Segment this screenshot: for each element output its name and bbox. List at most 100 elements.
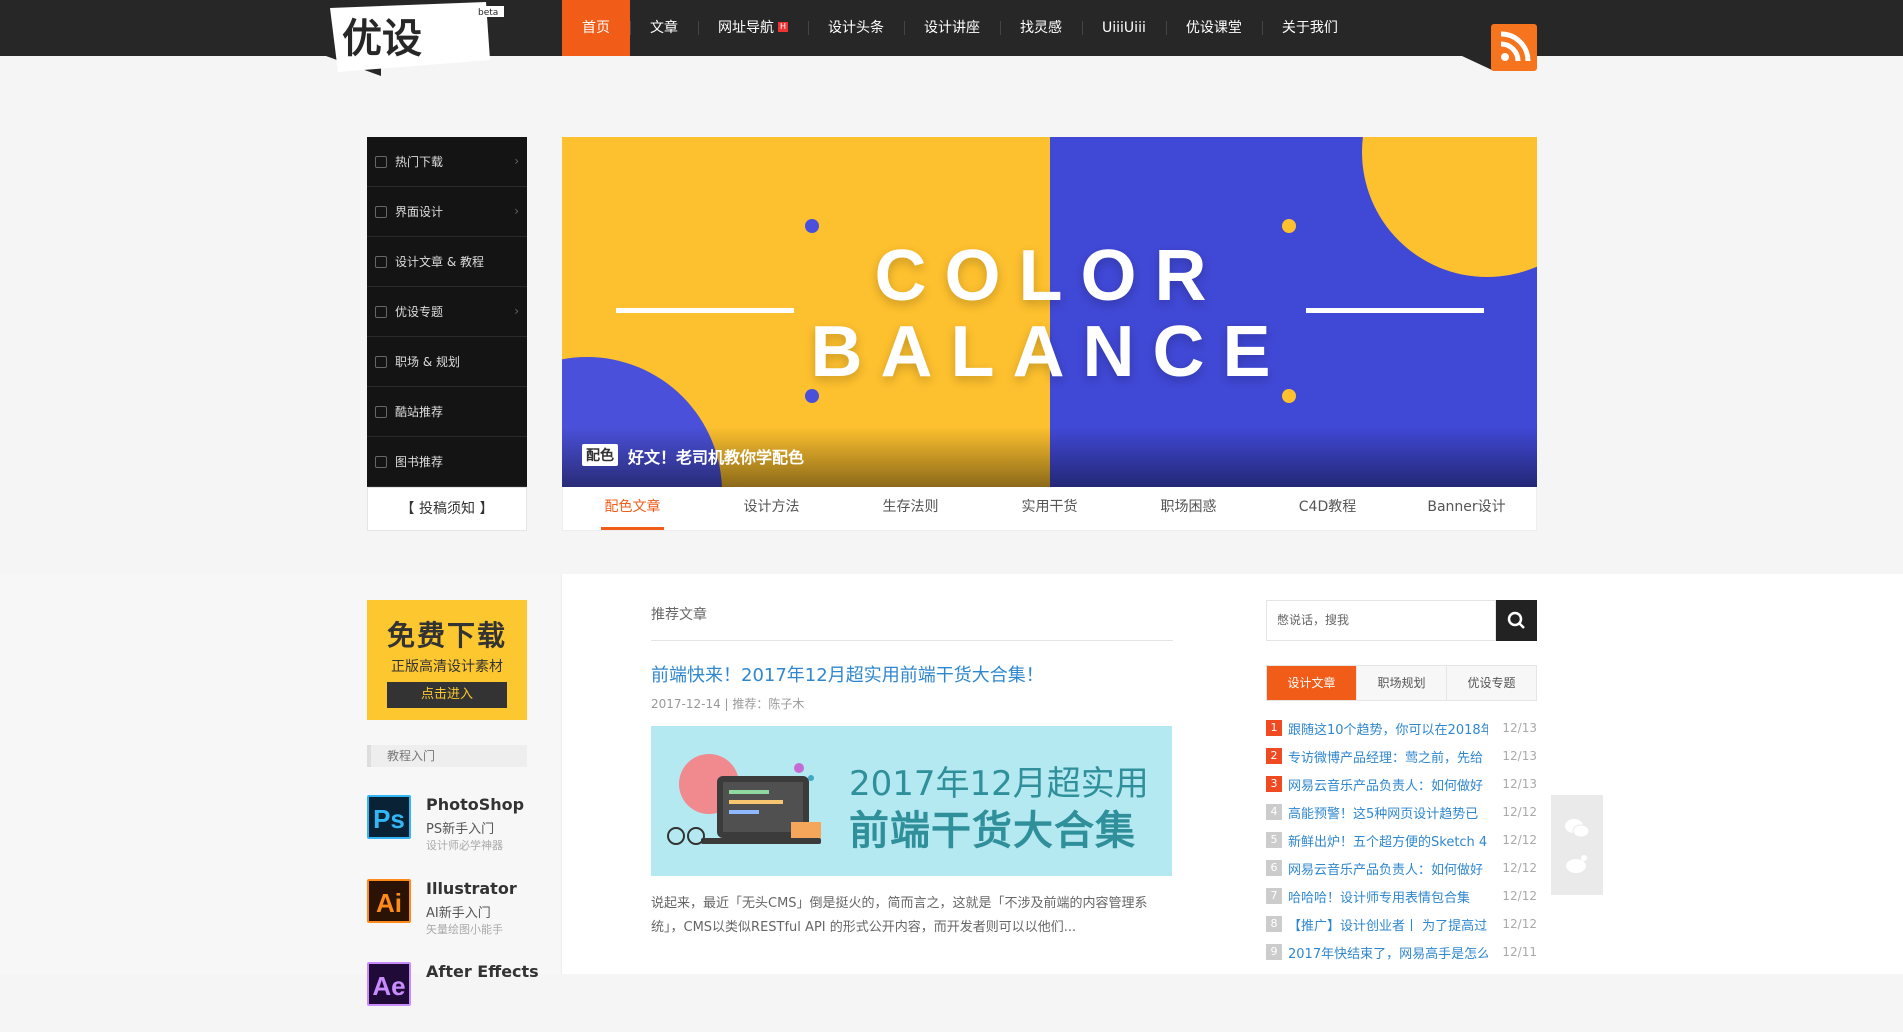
article-title-link[interactable]: 前端快来！2017年12月超实用前端干货大合集！ bbox=[651, 661, 1173, 687]
hot-list-item[interactable]: 3 网易云音乐产品负责人：如何做好 12/13 bbox=[1266, 770, 1537, 798]
tutorial-item[interactable]: Ae After Effects bbox=[367, 962, 539, 1032]
nav-label: 设计头条 bbox=[828, 20, 885, 36]
hot-list-item[interactable]: 6 网易云音乐产品负责人：如何做好 12/12 bbox=[1266, 854, 1537, 882]
tutorial-desc: 矢量绘图小能手 bbox=[426, 923, 503, 936]
wechat-icon[interactable] bbox=[1564, 817, 1590, 839]
category-menu-item[interactable]: 界面设计 › bbox=[367, 187, 527, 237]
banner-tab[interactable]: 生存法则 bbox=[841, 487, 980, 530]
category-icon bbox=[375, 255, 387, 268]
banner-tab[interactable]: 职场困惑 bbox=[1119, 487, 1258, 530]
hot-item-title[interactable]: 【推广】设计创业者丨 为了提高过 bbox=[1288, 915, 1488, 934]
category-menu-item[interactable]: 热门下载 › bbox=[367, 137, 527, 187]
category-menu-item[interactable]: 优设专题 › bbox=[367, 287, 527, 337]
hot-item-title[interactable]: 跟随这10个趋势，你可以在2018年 bbox=[1288, 719, 1488, 738]
hot-list-item[interactable]: 2 专访微博产品经理：莺之前，先给 12/13 bbox=[1266, 742, 1537, 770]
category-menu-item[interactable]: 职场 & 规划 bbox=[367, 337, 527, 387]
tutorial-desc: 设计师必学神器 bbox=[426, 839, 503, 852]
nav-label: 找灵感 bbox=[1020, 20, 1063, 36]
hot-list-item[interactable]: 1 跟随这10个趋势，你可以在2018年 12/13 bbox=[1266, 714, 1537, 742]
nav-item[interactable]: 关于我们 bbox=[1261, 0, 1358, 56]
hot-list-item[interactable]: 5 新鲜出炉！五个超方便的Sketch 48 12/12 bbox=[1266, 826, 1537, 854]
banner-tag: 配色 bbox=[582, 444, 618, 466]
hot-badge: H bbox=[778, 22, 789, 32]
nav-item[interactable]: 网址导航 H bbox=[698, 0, 808, 56]
hot-item-title[interactable]: 新鲜出炉！五个超方便的Sketch 48 bbox=[1288, 831, 1488, 850]
banner-tab[interactable]: Banner设计 bbox=[1397, 487, 1536, 530]
category-menu-item[interactable]: 酷站推荐 bbox=[367, 387, 527, 437]
tutorial-item[interactable]: Ps PhotoShop PS新手入门 设计师必学神器 bbox=[367, 795, 527, 865]
banner-tab[interactable]: 设计方法 bbox=[702, 487, 841, 530]
banner-tab[interactable]: 实用干货 bbox=[980, 487, 1119, 530]
category-menu-item[interactable]: 设计文章 & 教程 bbox=[367, 237, 527, 287]
hot-item-date: 12/12 bbox=[1502, 805, 1537, 819]
site-logo[interactable]: 优设 beta bbox=[326, 0, 506, 80]
hot-item-title[interactable]: 2017年快结束了，网易高手是怎么 bbox=[1288, 943, 1488, 962]
thumbnail-line2: 前端干货大合集 bbox=[849, 808, 1136, 854]
tutorial-name: After Effects bbox=[426, 962, 539, 981]
nav-label: 设计讲座 bbox=[924, 20, 981, 36]
category-icon bbox=[375, 455, 387, 468]
article-meta: 2017-12-14 | 推荐：陈子木 bbox=[651, 697, 805, 711]
sidebar-tab[interactable]: 职场规划 bbox=[1357, 666, 1447, 700]
rank-number: 7 bbox=[1266, 888, 1282, 904]
hot-list-item[interactable]: 7 哈哈哈！设计师专用表情包合集 12/12 bbox=[1266, 882, 1537, 910]
hot-item-title[interactable]: 网易云音乐产品负责人：如何做好 bbox=[1288, 775, 1488, 794]
tutorial-sub: AI新手入门 bbox=[426, 906, 491, 921]
hot-item-title[interactable]: 哈哈哈！设计师专用表情包合集 bbox=[1288, 887, 1488, 906]
banner-tab[interactable]: 配色文章 bbox=[563, 487, 702, 530]
tutorial-name: PhotoShop bbox=[426, 795, 525, 814]
category-icon bbox=[375, 155, 387, 168]
banner-tab[interactable]: C4D教程 bbox=[1258, 487, 1397, 530]
hot-item-title[interactable]: 高能预警！这5种网页设计趋势已 bbox=[1288, 803, 1488, 822]
nav-item[interactable]: 设计头条 bbox=[808, 0, 904, 56]
rank-number: 1 bbox=[1266, 720, 1282, 736]
hot-item-title[interactable]: 专访微博产品经理：莺之前，先给 bbox=[1288, 747, 1488, 766]
weibo-icon[interactable] bbox=[1564, 853, 1590, 875]
submit-notice-link[interactable]: 【 投稿须知 】 bbox=[367, 487, 527, 531]
sidebar-tab[interactable]: 设计文章 bbox=[1267, 666, 1357, 700]
rank-number: 6 bbox=[1266, 860, 1282, 876]
rank-number: 2 bbox=[1266, 748, 1282, 764]
nav-item[interactable]: 设计讲座 bbox=[904, 0, 1000, 56]
category-label: 设计文章 & 教程 bbox=[395, 255, 484, 269]
sidebar-tabs: 设计文章 职场规划 优设专题 bbox=[1266, 665, 1537, 701]
hot-item-date: 12/12 bbox=[1502, 861, 1537, 875]
search-input[interactable]: 憋说话，搜我 bbox=[1266, 600, 1496, 641]
hot-item-date: 12/13 bbox=[1502, 749, 1537, 763]
hot-list-item[interactable]: 4 高能预警！这5种网页设计趋势已 12/12 bbox=[1266, 798, 1537, 826]
nav-item[interactable]: UiiiUiii bbox=[1082, 0, 1166, 56]
nav-label: 关于我们 bbox=[1281, 20, 1338, 36]
tutorial-item[interactable]: Ai Illustrator AI新手入门 矢量绘图小能手 bbox=[367, 879, 527, 949]
category-label: 图书推荐 bbox=[395, 455, 444, 469]
category-menu-item[interactable]: 图书推荐 bbox=[367, 437, 527, 487]
ad-subtitle: 正版高清设计素材 bbox=[391, 659, 503, 675]
category-label: 优设专题 bbox=[395, 305, 444, 319]
recommended-articles: 推荐文章 前端快来！2017年12月超实用前端干货大合集！ 2017-12-14… bbox=[651, 604, 1173, 940]
rss-icon[interactable] bbox=[1491, 24, 1537, 71]
banner-caption[interactable]: 好文！老司机教你学配色 bbox=[628, 444, 804, 468]
hero-banner[interactable]: COLOR BALANCE 配色 好文！老司机教你学配色 bbox=[562, 137, 1537, 487]
search-button[interactable] bbox=[1496, 600, 1537, 641]
hot-item-title[interactable]: 网易云音乐产品负责人：如何做好 bbox=[1288, 859, 1488, 878]
article-thumbnail[interactable]: 2017年12月超实用 前端干货大合集 bbox=[651, 726, 1172, 876]
free-download-ad[interactable]: 免费下载 正版高清设计素材 点击进入 bbox=[367, 600, 527, 720]
app-icon: Ps bbox=[367, 795, 411, 839]
hot-article-list: 1 跟随这10个趋势，你可以在2018年 12/13 2 专访微博产品经理：莺之前，先给… bbox=[1266, 714, 1537, 966]
hot-list-item[interactable]: 9 2017年快结束了，网易高手是怎么 12/11 bbox=[1266, 938, 1537, 966]
nav-item[interactable]: 首页 bbox=[562, 0, 630, 56]
nav-item[interactable]: 文章 bbox=[630, 0, 698, 56]
hot-list-item[interactable]: 8 【推广】设计创业者丨 为了提高过 12/12 bbox=[1266, 910, 1537, 938]
ad-enter-button[interactable]: 点击进入 bbox=[387, 682, 507, 708]
hot-item-date: 12/12 bbox=[1502, 917, 1537, 931]
hot-item-date: 12/12 bbox=[1502, 833, 1537, 847]
category-label: 职场 & 规划 bbox=[395, 355, 460, 369]
nav-item[interactable]: 优设课堂 bbox=[1165, 0, 1262, 56]
nav-label: 优设课堂 bbox=[1185, 20, 1242, 36]
nav-item[interactable]: 找灵感 bbox=[1000, 0, 1082, 56]
search-box: 憋说话，搜我 bbox=[1266, 600, 1537, 641]
sidebar-tab[interactable]: 优设专题 bbox=[1447, 666, 1536, 700]
category-label: 界面设计 bbox=[395, 205, 444, 219]
chevron-right-icon: › bbox=[514, 154, 519, 168]
chevron-right-icon: › bbox=[514, 204, 519, 218]
nav-label: 网址导航 bbox=[718, 20, 774, 36]
